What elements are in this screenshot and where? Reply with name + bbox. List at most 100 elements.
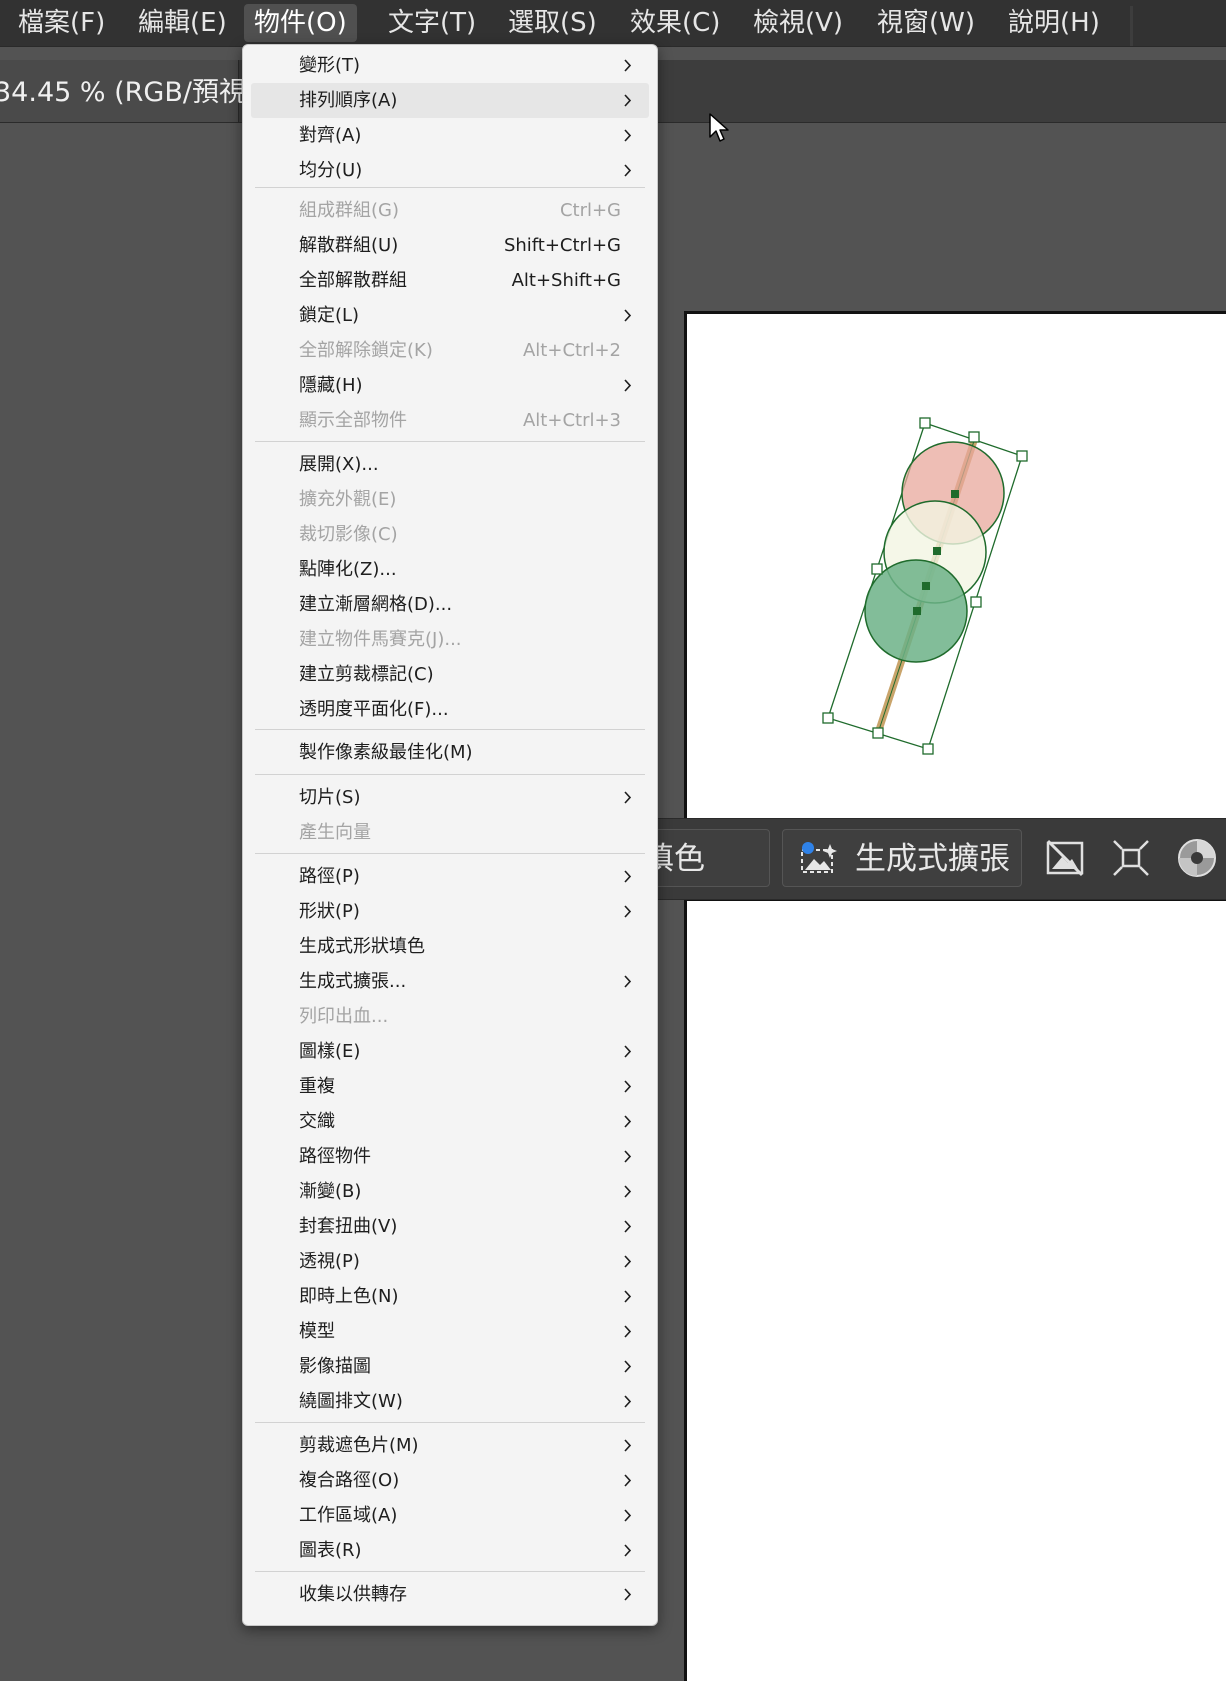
menu-item[interactable]: 交織 xyxy=(251,1104,649,1139)
menu-item-label: 複合路徑(O) xyxy=(299,1470,400,1491)
artboard-lower[interactable] xyxy=(684,898,1226,1681)
menu-item-label: 封套扭曲(V) xyxy=(299,1216,398,1237)
chevron-right-icon xyxy=(624,1509,632,1522)
menu-separator xyxy=(255,1571,645,1572)
menu-item[interactable]: 排列順序(A) xyxy=(251,83,649,118)
mouse-cursor-icon xyxy=(709,113,729,142)
menu-item[interactable]: 建立剪裁標記(C) xyxy=(251,657,649,692)
menu-item[interactable]: 封套扭曲(V) xyxy=(251,1209,649,1244)
menu-edit[interactable]: 編輯(E) xyxy=(128,4,237,42)
menu-item-label: 組成群組(G) xyxy=(299,200,399,221)
menu-item-label: 建立物件馬賽克(J)... xyxy=(299,629,462,650)
menu-item-label: 變形(T) xyxy=(299,55,361,76)
menu-item[interactable]: 鎖定(L) xyxy=(251,298,649,333)
menu-file[interactable]: 檔案(F) xyxy=(8,4,115,42)
menu-item[interactable]: 全部解散群組 Alt+Shift+G xyxy=(251,263,649,298)
menu-item[interactable]: 路徑(P) xyxy=(251,859,649,894)
menu-bar: 檔案(F) 編輯(E) 物件(O) 文字(T) 選取(S) 效果(C) 檢視(V… xyxy=(0,0,1226,47)
menu-item[interactable]: 生成式擴張... xyxy=(251,964,649,999)
transform-bounds-icon[interactable] xyxy=(1110,837,1152,879)
recolor-wheel-icon[interactable] xyxy=(1176,837,1218,879)
menu-item-label: 展開(X)... xyxy=(299,454,379,475)
chevron-right-icon xyxy=(624,1325,632,1338)
menu-item-label: 顯示全部物件 xyxy=(299,410,407,431)
menu-separator xyxy=(255,774,645,775)
menu-item[interactable]: 剪裁遮色片(M) xyxy=(251,1428,649,1463)
document-tab[interactable]: 34.45 % (RGB/預視) xyxy=(0,60,257,122)
menu-item: 裁切影像(C) xyxy=(251,517,649,552)
menu-item-shortcut: Alt+Ctrl+2 xyxy=(522,340,621,361)
chevron-right-icon xyxy=(624,94,632,107)
menu-item-label: 路徑(P) xyxy=(299,866,360,887)
menu-separator xyxy=(255,853,645,854)
menu-item: 顯示全部物件 Alt+Ctrl+3 xyxy=(251,403,649,438)
menu-item-label: 對齊(A) xyxy=(299,125,362,146)
menu-item[interactable]: 均分(U) xyxy=(251,153,649,188)
chevron-right-icon xyxy=(624,1115,632,1128)
menu-item[interactable]: 工作區域(A) xyxy=(251,1498,649,1533)
generative-expand-icon xyxy=(801,842,837,873)
chevron-right-icon xyxy=(624,1150,632,1163)
menu-item-label: 工作區域(A) xyxy=(299,1505,398,1526)
menu-item-label: 全部解除鎖定(K) xyxy=(299,340,433,361)
menu-item[interactable]: 切片(S) xyxy=(251,780,649,815)
menu-item[interactable]: 模型 xyxy=(251,1314,649,1349)
menu-item[interactable]: 即時上色(N) xyxy=(251,1279,649,1314)
menu-select[interactable]: 選取(S) xyxy=(498,4,607,42)
menu-item[interactable]: 重複 xyxy=(251,1069,649,1104)
menu-item[interactable]: 收集以供轉存 xyxy=(251,1577,649,1612)
menu-item[interactable]: 透視(P) xyxy=(251,1244,649,1279)
chevron-right-icon xyxy=(624,1544,632,1557)
menu-item-label: 圖樣(E) xyxy=(299,1041,361,1062)
menu-item[interactable]: 複合路徑(O) xyxy=(251,1463,649,1498)
menu-item[interactable]: 繞圖排文(W) xyxy=(251,1384,649,1419)
menu-item[interactable]: 製作像素級最佳化(M) xyxy=(251,735,649,770)
object-menu-dropdown: 變形(T) 排列順序(A) 對齊(A) 均分(U) 組成群組(G) Ctrl+G 解散群組(… xyxy=(242,44,658,1626)
chevron-right-icon xyxy=(624,1080,632,1093)
hide-artwork-icon[interactable] xyxy=(1044,837,1086,879)
menu-item: 建立物件馬賽克(J)... xyxy=(251,622,649,657)
menu-type[interactable]: 文字(T) xyxy=(378,4,486,42)
menu-item-label: 透明度平面化(F)... xyxy=(299,699,449,720)
menu-effect[interactable]: 效果(C) xyxy=(620,4,730,42)
menu-item[interactable]: 對齊(A) xyxy=(251,118,649,153)
menu-help[interactable]: 說明(H) xyxy=(998,4,1110,42)
menu-item[interactable]: 隱藏(H) xyxy=(251,368,649,403)
menu-item[interactable]: 影像描圖 xyxy=(251,1349,649,1384)
menu-item-shortcut: Alt+Ctrl+3 xyxy=(522,410,621,431)
menu-item-label: 交織 xyxy=(299,1111,335,1132)
menu-item-label: 隱藏(H) xyxy=(299,375,363,396)
generative-expand-button[interactable]: 生成式擴張 xyxy=(782,829,1022,887)
chevron-right-icon xyxy=(624,59,632,72)
chevron-right-icon xyxy=(624,1220,632,1233)
menu-object[interactable]: 物件(O) xyxy=(244,4,357,42)
menu-item[interactable]: 形狀(P) xyxy=(251,894,649,929)
selected-dango-artwork[interactable] xyxy=(780,395,1040,765)
menu-item[interactable]: 圖表(R) xyxy=(251,1533,649,1568)
menu-view[interactable]: 檢視(V) xyxy=(743,4,853,42)
menu-item-label: 路徑物件 xyxy=(299,1146,371,1167)
menu-item[interactable]: 建立漸層網格(D)... xyxy=(251,587,649,622)
menu-item[interactable]: 透明度平面化(F)... xyxy=(251,692,649,727)
menu-item[interactable]: 漸變(B) xyxy=(251,1174,649,1209)
menu-item[interactable]: 路徑物件 xyxy=(251,1139,649,1174)
menu-item-label: 生成式擴張... xyxy=(299,971,407,992)
menu-item[interactable]: 圖樣(E) xyxy=(251,1034,649,1069)
menu-item: 組成群組(G) Ctrl+G xyxy=(251,193,649,228)
menu-item-shortcut: Shift+Ctrl+G xyxy=(503,235,621,256)
menu-item[interactable]: 展開(X)... xyxy=(251,447,649,482)
menu-item-label: 切片(S) xyxy=(299,787,361,808)
menu-item-label: 剪裁遮色片(M) xyxy=(299,1435,419,1456)
menu-item[interactable]: 變形(T) xyxy=(251,48,649,83)
menu-item-label: 透視(P) xyxy=(299,1251,360,1272)
menu-item: 產生向量 xyxy=(251,815,649,850)
menu-item[interactable]: 生成式形狀填色 xyxy=(251,929,649,964)
menu-item-label: 均分(U) xyxy=(299,160,363,181)
menu-item[interactable]: 解散群組(U) Shift+Ctrl+G xyxy=(251,228,649,263)
menu-item-label: 重複 xyxy=(299,1076,335,1097)
menu-item-label: 擴充外觀(E) xyxy=(299,489,397,510)
menu-item-label: 鎖定(L) xyxy=(299,305,360,326)
menu-separator xyxy=(255,729,645,730)
menu-item[interactable]: 點陣化(Z)... xyxy=(251,552,649,587)
menu-window[interactable]: 視窗(W) xyxy=(867,4,985,42)
